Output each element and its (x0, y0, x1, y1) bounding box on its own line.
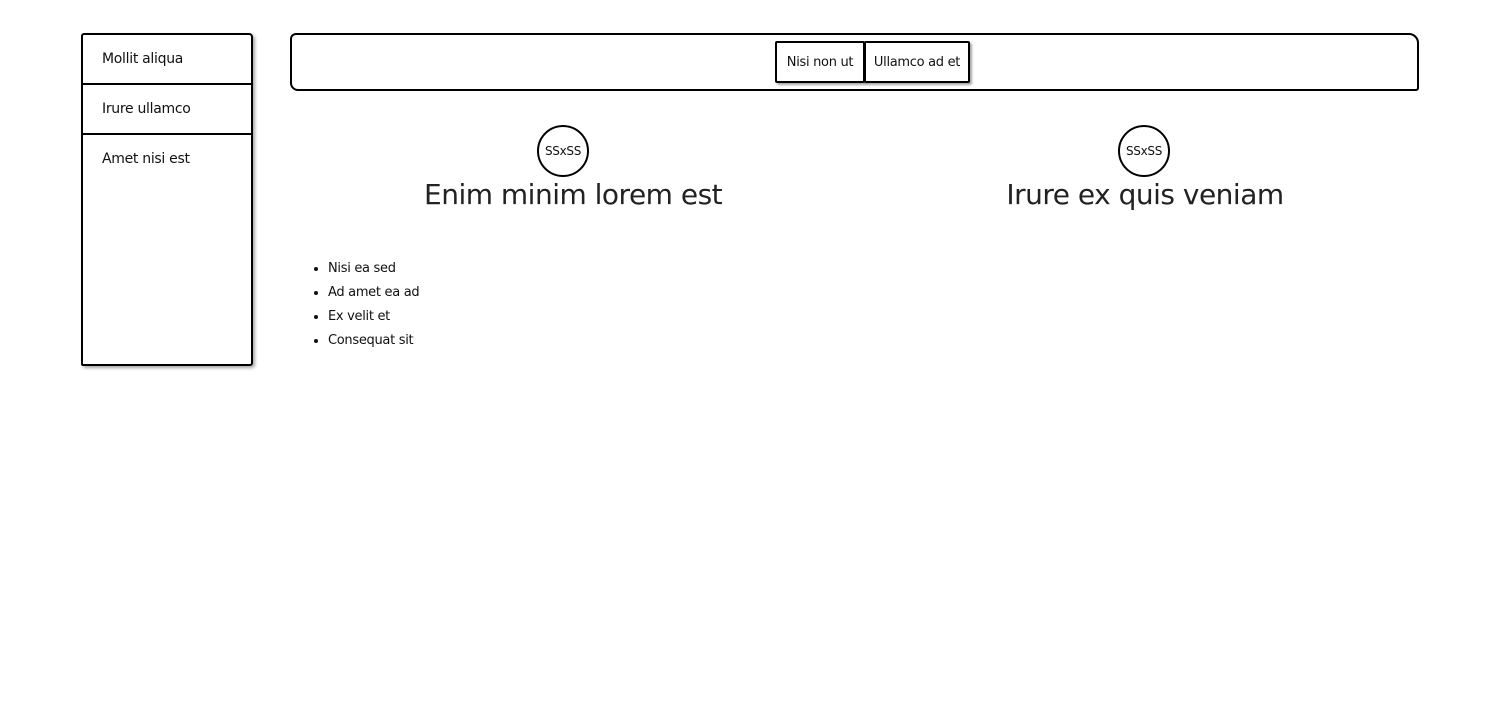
avatar-label: SSxSS (1125, 144, 1163, 158)
list-item: Ad amet ea ad (328, 282, 420, 306)
sidebar-item-label: Irure ullamco (102, 101, 191, 117)
top-navbar: Nisi non ut Ullamco ad et (290, 33, 1419, 91)
column-heading-right: Irure ex quis veniam (1006, 178, 1284, 211)
avatar-label: SSxSS (544, 144, 582, 158)
sidebar-item-irure-ullamco[interactable]: Irure ullamco (83, 85, 251, 135)
bullet-list: Nisi ea sed Ad amet ea ad Ex velit et Co… (308, 258, 420, 354)
sidebar-item-label: Amet nisi est (102, 151, 190, 167)
avatar-placeholder-left: SSxSS (537, 125, 589, 177)
list-item: Ex velit et (328, 306, 419, 330)
sidebar-item-label: Mollit aliqua (102, 51, 184, 67)
nav-button-label: Ullamco ad et (873, 54, 961, 70)
column-heading-left: Enim minim lorem est (424, 178, 723, 211)
list-item: Consequat sit (328, 330, 419, 354)
nav-button-ullamco-ad-et[interactable]: Ullamco ad et (864, 41, 970, 83)
avatar-placeholder-right: SSxSS (1118, 125, 1170, 177)
nav-button-label: Nisi non ut (786, 54, 854, 70)
sidebar-item-mollit-aliqua[interactable]: Mollit aliqua (83, 35, 251, 85)
sidebar-item-amet-nisi-est[interactable]: Amet nisi est (83, 135, 251, 185)
sidebar: Mollit aliqua Irure ullamco Amet nisi es… (81, 33, 253, 366)
list-item: Nisi ea sed (328, 258, 419, 282)
nav-button-nisi-non-ut[interactable]: Nisi non ut (775, 41, 865, 83)
